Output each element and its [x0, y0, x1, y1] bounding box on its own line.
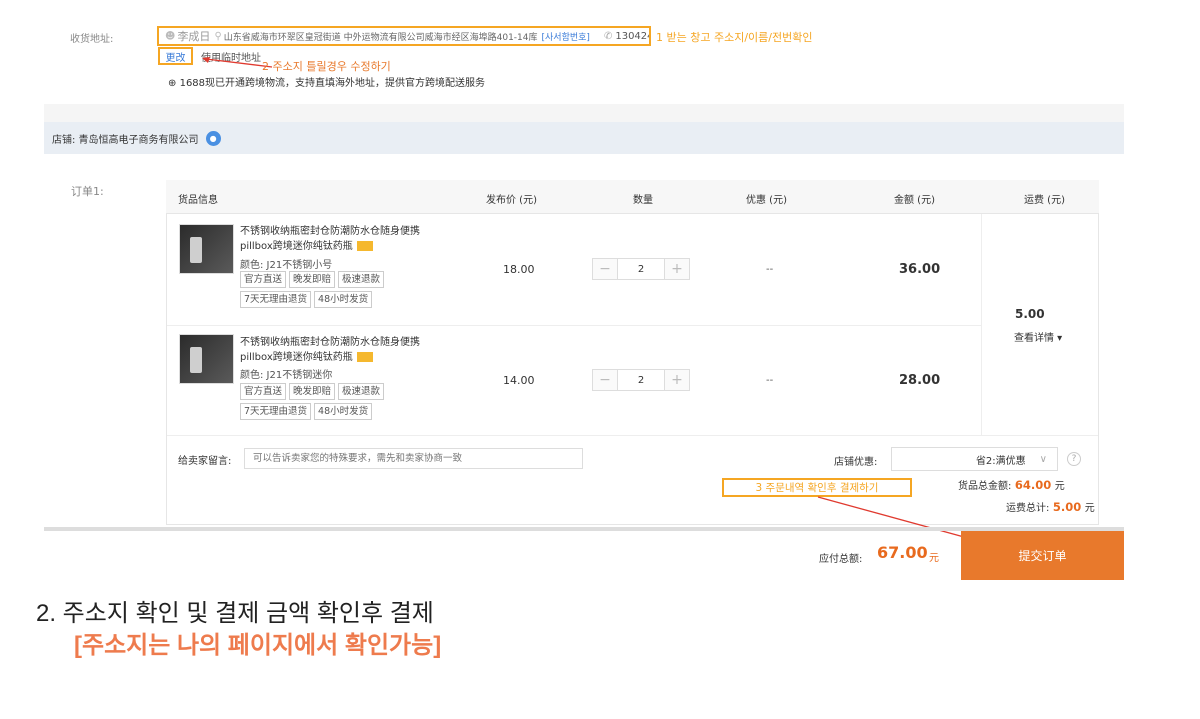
location-icon: ⚲	[214, 30, 222, 42]
service-tag: 7天无理由退货	[240, 291, 312, 308]
item-amount: 28.00	[899, 373, 941, 388]
footer-divider	[167, 435, 1098, 436]
unit-price: 18.00	[503, 263, 535, 276]
product-thumbnail[interactable]	[179, 224, 234, 274]
store-discount-select[interactable]: 省2:满优惠 ∨	[891, 447, 1058, 471]
badge-icon	[356, 352, 373, 362]
goods-total-unit: 元	[1054, 481, 1065, 492]
decrement-button[interactable]: −	[593, 259, 617, 279]
service-tag: 48小时发货	[314, 403, 373, 420]
message-label: 给卖家留言:	[178, 456, 232, 467]
cross-border-notice: ⊕ 1688现已开通跨境物流，支持直填海外地址，提供官方跨境配送服务	[168, 74, 485, 89]
header-qty: 数量	[633, 195, 653, 206]
street-address: 山东省威海市环翠区皇冠街道 中外运物流有限公司威海市经区海埠路401-14库	[223, 32, 538, 43]
service-tag: 官方直送	[240, 271, 287, 288]
shipping-detail-link[interactable]: 查看详情 ▾	[1014, 329, 1062, 344]
store-discount-label: 店铺优惠:	[834, 457, 878, 468]
header-goods: 货品信息	[178, 195, 218, 206]
service-tag: 7天无理由退货	[240, 403, 312, 420]
phone-icon: ✆	[603, 30, 613, 42]
quantity-stepper[interactable]: − 2 +	[592, 369, 690, 391]
service-tag: 48小时发货	[314, 291, 373, 308]
header-discount: 优惠 (元)	[746, 195, 787, 206]
submit-order-button[interactable]: 提交订单	[961, 531, 1124, 580]
header-amount: 金额 (元)	[894, 195, 935, 206]
quantity-stepper[interactable]: − 2 +	[592, 258, 690, 280]
order-label: 订单1:	[71, 185, 104, 198]
service-tag: 极速退款	[338, 383, 385, 400]
store-header: 店铺: 青岛恒高电子商务有限公司 ●	[44, 122, 1124, 154]
header-shipping: 运费 (元)	[1024, 195, 1065, 206]
service-tags: 官方直送 晚发即赔 极速退款 7天无理由退货 48小时发货	[240, 271, 410, 308]
shipping-column-divider	[981, 214, 982, 435]
annotation-1: 1 받는 창고 주소지/이름/전번확인	[656, 31, 813, 44]
badge-icon	[356, 241, 373, 251]
caption-title: 2. 주소지 확인 및 결제 금액 확인후 결제	[36, 600, 434, 627]
shipping-total-value: 5.00	[1052, 500, 1082, 514]
goods-total: 货品总金额: 64.00 元	[958, 477, 1065, 492]
store-name[interactable]: 店铺: 青岛恒高电子商务有限公司	[52, 131, 199, 146]
shipping-total: 运费总计: 5.00 元	[1006, 499, 1095, 514]
shipping-total-label: 运费总计:	[1006, 503, 1050, 514]
header-price: 发布价 (元)	[486, 195, 537, 206]
goods-total-value: 64.00	[1014, 478, 1052, 492]
service-tag: 极速退款	[338, 271, 385, 288]
item-amount: 36.00	[899, 262, 941, 277]
shipping-total-unit: 元	[1084, 503, 1095, 514]
service-tag: 晚发即赔	[289, 383, 336, 400]
product-spec: 颜色: J21不锈钢小号	[240, 260, 333, 271]
help-icon[interactable]: ?	[1067, 452, 1081, 466]
row-divider	[167, 325, 981, 326]
cross-border-text: 1688现已开通跨境物流，支持直填海外地址，提供官方跨境配送服务	[179, 78, 486, 89]
product-spec: 颜色: J21不锈钢迷你	[240, 370, 333, 381]
product-thumbnail[interactable]	[179, 334, 234, 384]
payable-label: 应付总额:	[819, 554, 863, 565]
item-discount: --	[766, 264, 774, 275]
product-title[interactable]: 不锈钢收纳瓶密封仓防潮防水仓随身便携 pillbox跨境迷你纯钛药瓶	[240, 224, 470, 254]
globe-icon: ⊕	[168, 78, 177, 89]
chat-icon[interactable]: ●	[205, 130, 221, 146]
seller-message-input[interactable]	[244, 448, 583, 469]
caption-subtitle: [주소지는 나의 페이지에서 확인가능]	[74, 632, 442, 659]
payable-total: 67.00	[877, 543, 928, 562]
user-icon: ☻	[165, 30, 176, 42]
goods-total-label: 货品总金额:	[958, 481, 1012, 492]
increment-button[interactable]: +	[665, 259, 689, 279]
service-tags: 官方直送 晚发即赔 极速退款 7天无理由退货 48小时发货	[240, 383, 410, 420]
decrement-button[interactable]: −	[593, 370, 617, 390]
recipient-name: 李成日	[177, 30, 211, 43]
annotation-2: 2 주소지 틀릴경우 수정하기	[262, 60, 391, 73]
section-separator	[44, 104, 1124, 122]
title-line1: 不锈钢收纳瓶密封仓防潮防水仓随身便携	[240, 337, 420, 348]
quantity-value[interactable]: 2	[617, 259, 665, 279]
address-box[interactable]: ☻ 李成日 ⚲ 山东省威海市环翠区皇冠街道 中外运物流有限公司威海市经区海埠路4…	[157, 26, 651, 46]
increment-button[interactable]: +	[665, 370, 689, 390]
shipping-fee: 5.00	[1015, 307, 1045, 321]
chevron-down-icon: ∨	[1039, 453, 1047, 465]
title-line2: pillbox跨境迷你纯钛药瓶	[240, 352, 353, 363]
product-title[interactable]: 不锈钢收纳瓶密封仓防潮防水仓随身便携 pillbox跨境迷你纯钛药瓶	[240, 335, 470, 365]
unit-price: 14.00	[503, 374, 535, 387]
service-tag: 晚发即赔	[289, 271, 336, 288]
payable-unit: 元	[929, 553, 939, 564]
title-line2: pillbox跨境迷你纯钛药瓶	[240, 241, 353, 252]
address-label: 收货地址:	[70, 34, 114, 45]
change-address-button[interactable]: 更改	[158, 47, 193, 65]
annotation-3: 3 주문내역 확인후 결제하기	[722, 478, 912, 497]
mailbox-tag: [사서함번호]	[541, 32, 590, 43]
store-discount-value: 省2:满优惠	[975, 455, 1026, 467]
service-tag: 官方直送	[240, 383, 287, 400]
title-line1: 不锈钢收纳瓶密封仓防潮防水仓随身便携	[240, 226, 420, 237]
phone-number: 13042469676	[615, 30, 649, 42]
item-discount: --	[766, 375, 774, 386]
quantity-value[interactable]: 2	[617, 370, 665, 390]
